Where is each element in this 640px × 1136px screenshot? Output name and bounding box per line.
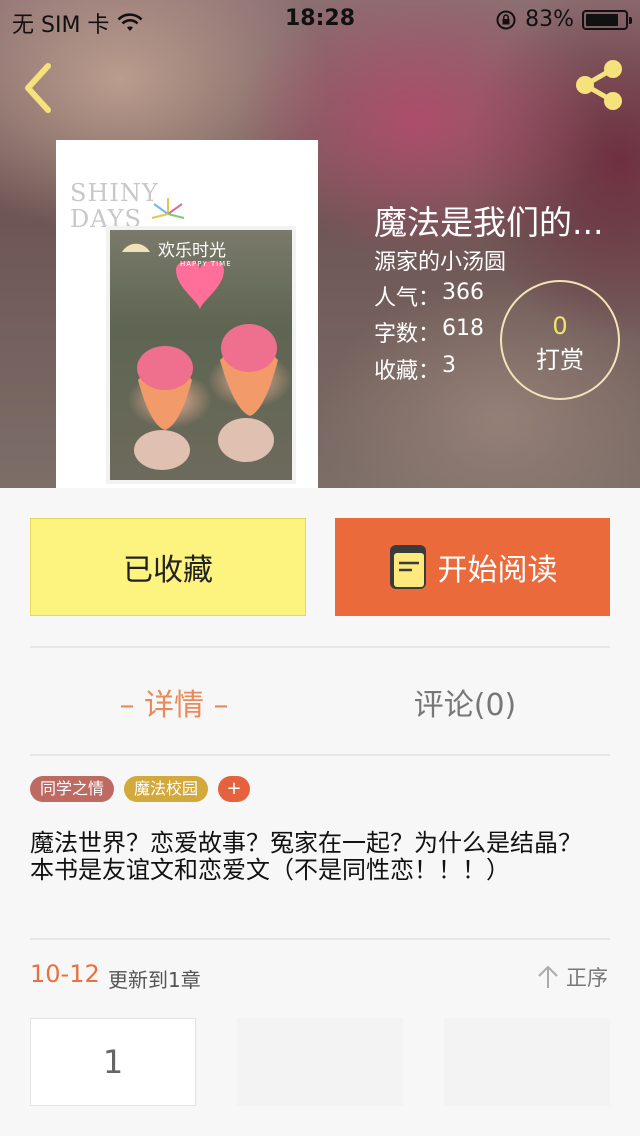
stat-label: 字数： — [374, 322, 441, 347]
stat-value: 3 — [442, 353, 457, 378]
tab-detail[interactable]: – 详情 – — [0, 680, 348, 724]
arrow-up-icon — [538, 965, 558, 988]
cover-shiny-days: SHINY DAYS — [70, 180, 159, 232]
reward-count: 0 — [552, 312, 568, 340]
update-text: 更新到1章 — [108, 968, 201, 992]
cover-caption-sub: HAPPY TIME — [180, 260, 232, 268]
tag-item[interactable]: 魔法校园 — [124, 776, 209, 802]
reward-label: 打赏 — [536, 346, 584, 374]
divider — [30, 646, 610, 648]
book-detail-screen: 无 SIM 卡 18:28 83% SHINY DAYS 欢乐时光 HAPPY … — [0, 0, 640, 1136]
share-button[interactable] — [570, 56, 628, 114]
cover-shiny-line1: SHINY — [70, 179, 159, 207]
chapter-placeholder — [444, 1018, 610, 1106]
book-title: 魔法是我们的... — [374, 203, 604, 242]
battery-percent: 83% — [525, 7, 574, 32]
sort-order-button[interactable]: 正序 — [536, 962, 608, 992]
description-line: 本书是友谊文和恋爱文（不是同性恋！！！） — [30, 856, 510, 884]
stat-label: 收藏： — [374, 359, 441, 384]
chevron-left-icon — [25, 63, 51, 113]
start-reading-label: 开始阅读 — [437, 553, 558, 588]
stat-label: 人气： — [374, 286, 441, 311]
battery-icon — [582, 9, 632, 30]
book-author[interactable]: 源家的小汤圆 — [374, 244, 506, 276]
cover-caption: 欢乐时光 — [158, 241, 226, 261]
back-button[interactable] — [18, 60, 62, 116]
update-date: 10-12 — [30, 960, 100, 988]
status-bar: 无 SIM 卡 18:28 83% — [0, 0, 640, 40]
stat-favorites: 收藏： 3 — [374, 353, 456, 385]
chapter-number: 1 — [102, 1043, 124, 1081]
divider — [30, 754, 610, 756]
book-description: 魔法世界？恋爱故事？冤家在一起？为什么是结晶？ 本书是友谊文和恋爱文（不是同性恋… — [30, 830, 610, 884]
divider — [30, 938, 610, 940]
chapter-item[interactable]: 1 — [30, 1018, 196, 1106]
status-right: 83% — [495, 7, 632, 32]
tab-comments[interactable]: 评论(0) — [330, 680, 600, 724]
collected-button[interactable]: 已收藏 — [30, 518, 306, 616]
chapter-placeholder — [237, 1018, 403, 1106]
stat-popularity: 人气： 366 — [374, 280, 484, 312]
add-tag-button[interactable]: + — [218, 776, 251, 802]
collected-label: 已收藏 — [123, 553, 213, 588]
tag-list: 同学之情 魔法校园 + — [30, 776, 251, 802]
hero-header: 无 SIM 卡 18:28 83% SHINY DAYS 欢乐时光 HAPPY … — [0, 0, 640, 488]
book-cover[interactable]: SHINY DAYS 欢乐时光 HAPPY TIME — [56, 140, 318, 488]
description-line: 魔法世界？恋爱故事？冤家在一起？为什么是结晶？ — [30, 829, 582, 857]
stat-word-count: 字数： 618 — [374, 316, 484, 348]
tag-item[interactable]: 同学之情 — [30, 776, 115, 802]
reward-button[interactable]: 0 打赏 — [500, 280, 620, 400]
stat-value: 618 — [442, 316, 485, 341]
share-icon — [576, 60, 622, 110]
detail-body: 已收藏 开始阅读 – 详情 – 评论(0) 同学之情 魔法校园 + 魔法世界？恋… — [0, 488, 640, 1136]
battery-fill — [586, 13, 618, 26]
start-reading-button[interactable]: 开始阅读 — [335, 518, 610, 616]
stat-value: 366 — [442, 280, 485, 305]
sort-order-label: 正序 — [566, 966, 608, 990]
book-icon — [389, 545, 426, 589]
rotation-lock-icon — [496, 10, 516, 29]
cover-photo: 欢乐时光 HAPPY TIME — [106, 226, 296, 484]
